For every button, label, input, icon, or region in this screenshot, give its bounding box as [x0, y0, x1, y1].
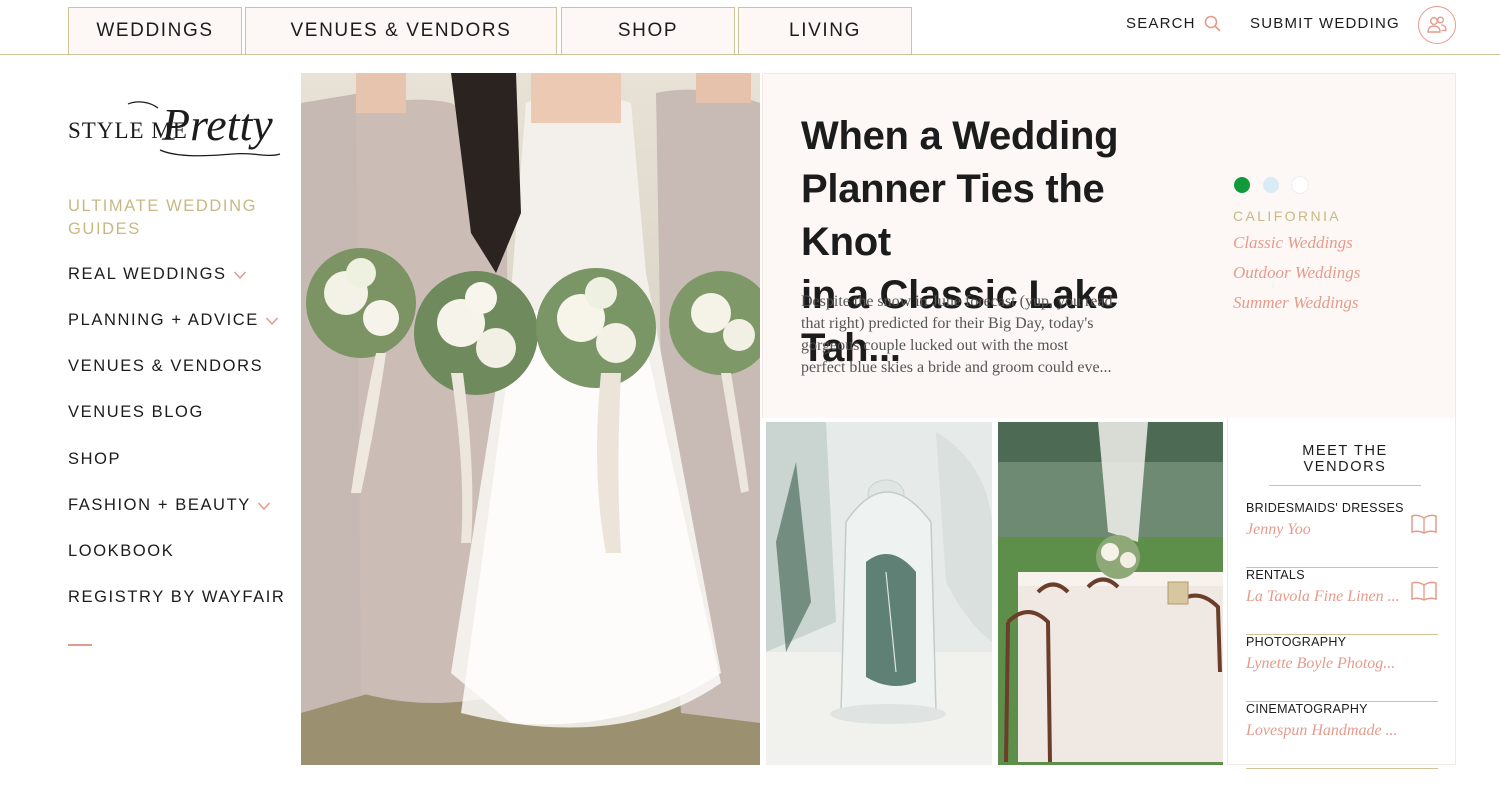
site-logo[interactable]: STYLE ME Pretty: [68, 96, 286, 166]
vendor-name[interactable]: Lovespun Handmade ...: [1246, 722, 1398, 740]
sidebar-item-fashion-beauty[interactable]: FASHION + BEAUTY: [68, 496, 271, 515]
vendor-name[interactable]: La Tavola Fine Linen ...: [1246, 588, 1400, 606]
style-me-pretty-logo: STYLE ME Pretty: [68, 99, 281, 157]
excerpt-line: perfect blue skies a bride and groom cou…: [801, 359, 1112, 376]
excerpt-line: Despite the snow in June forecast (yup, …: [801, 293, 1113, 310]
lookbook-icon[interactable]: [1410, 580, 1438, 602]
location-label[interactable]: CALIFORNIA: [1233, 208, 1341, 224]
headline-line: When a Wedding: [801, 114, 1119, 158]
vendor-category: PHOTOGRAPHY: [1246, 635, 1347, 649]
color-dot-white[interactable]: [1292, 177, 1308, 193]
sidebar-item-lookbook[interactable]: LOOKBOOK: [68, 542, 174, 561]
sidebar-item-label: ULTIMATE WEDDING: [68, 197, 258, 215]
sidebar-item-venues-blog[interactable]: VENUES BLOG: [68, 403, 204, 422]
users-icon: [1427, 16, 1447, 33]
sidebar-item-label: LOOKBOOK: [68, 542, 175, 560]
reception-table-photo: [998, 422, 1223, 765]
sidebar-item-label: REGISTRY BY WAYFAIR: [68, 588, 286, 606]
feature-excerpt: Despite the snow in June forecast (yup, …: [801, 291, 1181, 379]
color-palette: [1234, 177, 1308, 193]
color-dot-light-blue[interactable]: [1263, 177, 1279, 193]
vendor-category: CINEMATOGRAPHY: [1246, 702, 1368, 716]
tag-outdoor-weddings[interactable]: Outdoor Weddings: [1233, 263, 1360, 283]
top-nav-bar: WEDDINGS VENUES & VENDORS SHOP LIVING SE…: [0, 0, 1500, 55]
excerpt-line: gorgeous couple lucked out with the most: [801, 337, 1069, 354]
vendor-name[interactable]: Jenny Yoo: [1246, 521, 1311, 539]
sidebar-item-venues-vendors[interactable]: VENUES & VENDORS: [68, 357, 263, 376]
excerpt-line: that right) predicted for their Big Day,…: [801, 315, 1094, 332]
search-label: SEARCH: [1126, 15, 1196, 32]
sidebar-item-label: FASHION + BEAUTY: [68, 496, 251, 514]
vendor-category: BRIDESMAIDS' DRESSES: [1246, 501, 1404, 515]
vendor-row-cinematography[interactable]: CINEMATOGRAPHY Lovespun Handmade ...: [1246, 702, 1438, 769]
search-button[interactable]: SEARCH: [1126, 15, 1221, 32]
chevron-down-icon: [265, 316, 278, 325]
glass-cloche-photo: [766, 422, 992, 765]
sidebar-item-registry-by-wayfair[interactable]: REGISTRY BY WAYFAIR: [68, 588, 285, 607]
color-dot-green[interactable]: [1234, 177, 1250, 193]
sidebar-item-planning-advice[interactable]: PLANNING + ADVICE: [68, 311, 279, 330]
sidebar-item-shop[interactable]: SHOP: [68, 450, 121, 469]
chevron-down-icon: [257, 501, 270, 510]
vendor-category: RENTALS: [1246, 568, 1305, 582]
feature-hero-image[interactable]: [301, 73, 760, 765]
gallery-thumbnail-reception[interactable]: [998, 422, 1223, 765]
submit-wedding-link[interactable]: SUBMIT WEDDING: [1250, 15, 1400, 32]
bridal-party-photo: [301, 73, 760, 765]
tab-living[interactable]: LIVING: [738, 7, 912, 54]
vendor-name[interactable]: Lynette Boyle Photog...: [1246, 655, 1395, 673]
tag-summer-weddings[interactable]: Summer Weddings: [1233, 293, 1358, 313]
tab-weddings[interactable]: WEDDINGS: [68, 7, 242, 54]
headline-line: Planner Ties the Knot: [801, 167, 1105, 264]
account-button[interactable]: [1418, 6, 1456, 44]
tag-classic-weddings[interactable]: Classic Weddings: [1233, 233, 1353, 253]
vendor-row-photography[interactable]: PHOTOGRAPHY Lynette Boyle Photog...: [1246, 635, 1438, 702]
sidebar-divider: [68, 644, 92, 646]
search-icon: [1204, 15, 1221, 32]
chevron-down-icon: [233, 270, 246, 279]
sidebar-item-label: PLANNING + ADVICE: [68, 311, 259, 329]
vendor-row-rentals[interactable]: RENTALS La Tavola Fine Linen ...: [1246, 568, 1438, 635]
vendor-row-bridesmaids-dresses[interactable]: BRIDESMAIDS' DRESSES Jenny Yoo: [1246, 501, 1438, 568]
vendors-title: MEET THE VENDORS: [1269, 443, 1421, 486]
sidebar-item-label: VENUES BLOG: [68, 403, 204, 421]
svg-text:Pretty: Pretty: [161, 99, 273, 150]
sidebar-item-label: GUIDES: [68, 220, 141, 238]
gallery-thumbnail-cloche[interactable]: [766, 422, 992, 765]
tab-venues-vendors[interactable]: VENUES & VENDORS: [245, 7, 557, 54]
lookbook-icon[interactable]: [1410, 513, 1438, 535]
tab-shop[interactable]: SHOP: [561, 7, 735, 54]
sidebar-item-ultimate-wedding-guides[interactable]: ULTIMATE WEDDING GUIDES: [68, 195, 257, 241]
sidebar-item-label: VENUES & VENDORS: [68, 357, 264, 375]
sidebar-item-real-weddings[interactable]: REAL WEDDINGS: [68, 265, 247, 284]
sidebar-item-label: SHOP: [68, 450, 122, 468]
sidebar-item-label: REAL WEDDINGS: [68, 265, 227, 283]
